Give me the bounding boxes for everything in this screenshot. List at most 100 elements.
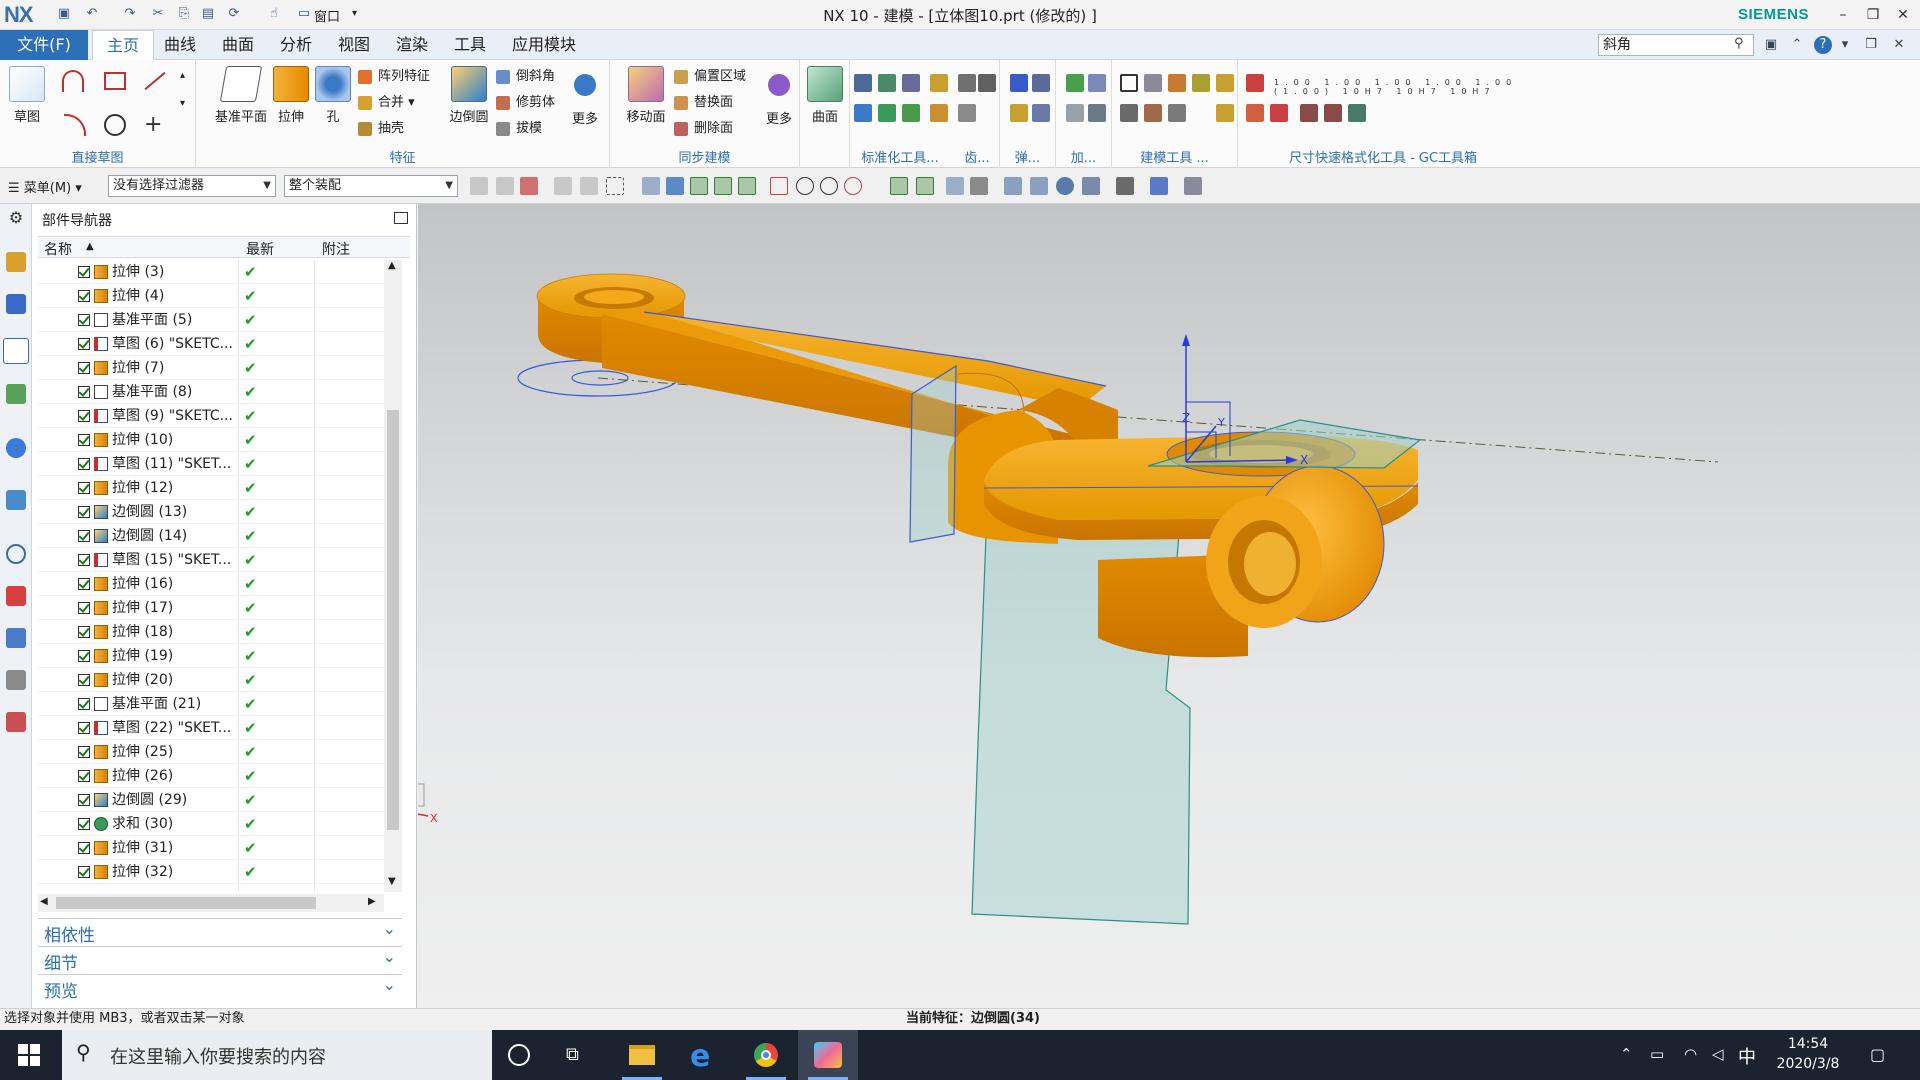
visibility-checkbox[interactable] bbox=[78, 362, 90, 374]
scroll-thumb[interactable] bbox=[387, 410, 399, 830]
copy-icon[interactable]: ⎘ bbox=[176, 6, 192, 22]
tree-row[interactable]: 拉伸 (25) ✔ bbox=[38, 740, 384, 764]
group-label-standard-tools[interactable]: 标准化工具... bbox=[850, 147, 950, 166]
tool-icon[interactable] bbox=[1216, 74, 1234, 92]
chevron-down-icon[interactable]: ▾ bbox=[180, 98, 185, 109]
view-icon[interactable] bbox=[1082, 177, 1100, 195]
tree-row[interactable]: 草图 (22) "SKET... ✔ bbox=[38, 716, 384, 740]
window-menu[interactable]: 窗口 bbox=[314, 6, 340, 25]
minimize-button[interactable]: – bbox=[1828, 2, 1858, 28]
visibility-checkbox[interactable] bbox=[78, 578, 90, 590]
history-icon[interactable] bbox=[6, 544, 26, 564]
delete-face-button[interactable]: 删除面 bbox=[672, 118, 733, 140]
tool-icon[interactable] bbox=[1246, 104, 1264, 122]
more-feature-button[interactable]: 更多 bbox=[562, 66, 608, 127]
chevron-down-icon[interactable]: ▼ bbox=[388, 876, 396, 887]
wifi-icon[interactable]: ◠ bbox=[1684, 1045, 1697, 1063]
tool-icon[interactable] bbox=[1324, 104, 1342, 122]
visibility-checkbox[interactable] bbox=[78, 722, 90, 734]
windows-start-icon[interactable] bbox=[18, 1044, 40, 1066]
tool-icon[interactable] bbox=[854, 104, 872, 122]
sketch-button[interactable]: 草图 bbox=[4, 66, 50, 125]
visibility-checkbox[interactable] bbox=[78, 506, 90, 518]
visibility-checkbox[interactable] bbox=[78, 818, 90, 830]
visibility-checkbox[interactable] bbox=[78, 410, 90, 422]
snap-icon[interactable] bbox=[738, 177, 756, 195]
view-icon[interactable] bbox=[1184, 177, 1202, 195]
scroll-thumb[interactable] bbox=[56, 897, 316, 909]
tree-row[interactable]: 求和 (30) ✔ bbox=[38, 812, 384, 836]
save-icon[interactable]: ▣ bbox=[56, 6, 72, 22]
selection-scope-select[interactable]: 整个装配 ▼ bbox=[284, 175, 458, 197]
rotate-icon[interactable] bbox=[1056, 177, 1074, 195]
visibility-checkbox[interactable] bbox=[78, 866, 90, 878]
close-doc-button[interactable]: ✕ bbox=[1890, 36, 1908, 54]
tool-icon[interactable] bbox=[1088, 104, 1106, 122]
selection-filter-select[interactable]: 没有选择过滤器 ▼ bbox=[108, 175, 276, 197]
chevron-down-icon[interactable]: ▾ bbox=[352, 8, 357, 19]
profile-icon[interactable] bbox=[62, 70, 84, 92]
tool-icon[interactable] bbox=[902, 104, 920, 122]
system-materials-icon[interactable] bbox=[6, 670, 26, 690]
visibility-checkbox[interactable] bbox=[78, 434, 90, 446]
tool-icon[interactable] bbox=[930, 104, 948, 122]
part-navigator-icon[interactable] bbox=[3, 338, 29, 364]
tool-icon[interactable] bbox=[1032, 104, 1050, 122]
manufacturing-wizard-icon[interactable] bbox=[6, 712, 26, 732]
snap-icon[interactable] bbox=[690, 177, 708, 195]
tool-icon[interactable] bbox=[958, 74, 976, 92]
tab-application[interactable]: 应用模块 bbox=[504, 30, 584, 60]
snap-icon[interactable] bbox=[554, 177, 572, 195]
chamfer-button[interactable]: 倒斜角 bbox=[494, 66, 555, 88]
snap-icon[interactable] bbox=[714, 177, 732, 195]
snap-icon[interactable] bbox=[796, 177, 814, 195]
tree-row[interactable]: 拉伸 (3) ✔ bbox=[38, 260, 384, 284]
tree-row[interactable]: 拉伸 (19) ✔ bbox=[38, 644, 384, 668]
reuse-library-icon[interactable] bbox=[6, 384, 26, 404]
tool-icon[interactable] bbox=[1192, 74, 1210, 92]
vertical-scrollbar[interactable]: ▲ ▼ bbox=[384, 260, 402, 892]
hole-button[interactable]: 孔 bbox=[310, 66, 356, 125]
tool-icon[interactable] bbox=[930, 74, 948, 92]
draft-button[interactable]: 拔模 bbox=[494, 118, 542, 140]
paste-icon[interactable]: ▤ bbox=[200, 6, 216, 22]
tree-row[interactable]: 拉伸 (16) ✔ bbox=[38, 572, 384, 596]
tool-icon[interactable] bbox=[1010, 104, 1028, 122]
chevron-right-icon[interactable]: ▶ bbox=[368, 896, 376, 907]
column-header-latest[interactable]: 最新 bbox=[246, 239, 274, 259]
tab-render[interactable]: 渲染 bbox=[388, 30, 436, 60]
file-explorer-icon[interactable] bbox=[612, 1030, 672, 1080]
window-menu-icon[interactable]: ▭ bbox=[296, 6, 312, 22]
snap-icon[interactable] bbox=[946, 177, 964, 195]
tab-home[interactable]: 主页 bbox=[92, 30, 154, 61]
restore-button[interactable]: ❐ bbox=[1858, 2, 1888, 28]
surface-button[interactable]: 曲面 bbox=[802, 66, 848, 125]
visibility-checkbox[interactable] bbox=[78, 698, 90, 710]
hd3d-icon[interactable] bbox=[6, 438, 26, 458]
view-icon[interactable] bbox=[1030, 177, 1048, 195]
nx-app-icon[interactable] bbox=[798, 1030, 858, 1080]
triangle-icon[interactable] bbox=[1120, 74, 1138, 92]
point-icon[interactable]: + bbox=[144, 112, 162, 137]
close-button[interactable]: ✕ bbox=[1888, 2, 1918, 28]
snap-icon[interactable] bbox=[916, 177, 934, 195]
group-label-machining[interactable]: 加... bbox=[1056, 147, 1111, 166]
tree-row[interactable]: 拉伸 (7) ✔ bbox=[38, 356, 384, 380]
visibility-checkbox[interactable] bbox=[78, 842, 90, 854]
datum-plane-button[interactable]: 基准平面 bbox=[210, 66, 272, 125]
constraint-navigator-icon[interactable] bbox=[6, 294, 26, 314]
circle-icon[interactable] bbox=[104, 114, 126, 136]
visibility-checkbox[interactable] bbox=[78, 554, 90, 566]
snap-icon[interactable] bbox=[642, 177, 660, 195]
collapse-ribbon-icon[interactable]: ⌃ bbox=[1788, 36, 1806, 54]
horizontal-scrollbar[interactable]: ◀ ▶ bbox=[38, 894, 384, 912]
tool-icon[interactable] bbox=[1066, 104, 1084, 122]
assembly-navigator-icon[interactable] bbox=[6, 252, 26, 272]
network-icon[interactable]: ▭ bbox=[1650, 1045, 1664, 1063]
visibility-checkbox[interactable] bbox=[78, 266, 90, 278]
tab-analysis[interactable]: 分析 bbox=[272, 30, 320, 60]
snap-icon[interactable] bbox=[580, 177, 598, 195]
line-icon[interactable] bbox=[144, 71, 166, 91]
visibility-checkbox[interactable] bbox=[78, 290, 90, 302]
datum-plane[interactable] bbox=[909, 364, 957, 543]
